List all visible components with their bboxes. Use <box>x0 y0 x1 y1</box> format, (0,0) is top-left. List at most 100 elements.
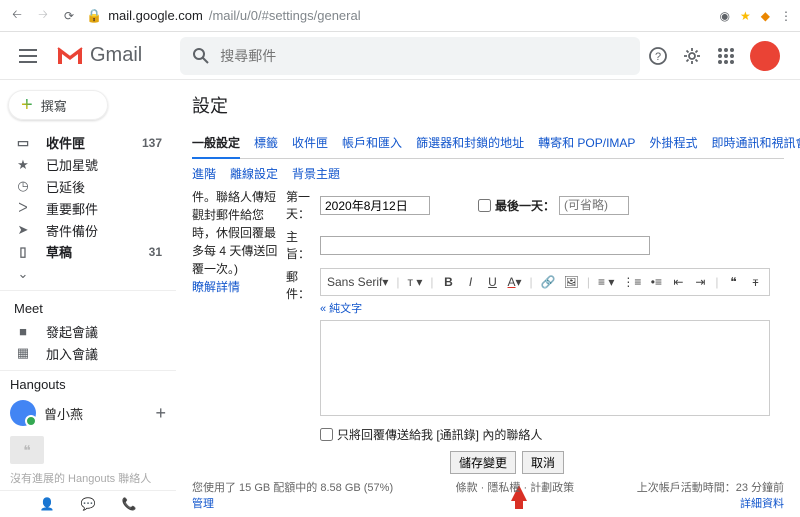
storage-text: 您使用了 15 GB 配額中的 8.58 GB (57%) <box>192 482 393 494</box>
url-host: mail.google.com <box>108 8 203 23</box>
sidebar-more[interactable]: ⌄ <box>0 263 176 285</box>
underline-button[interactable]: U <box>486 275 500 289</box>
settings-gear-icon[interactable] <box>682 46 702 66</box>
help-icon[interactable]: ? <box>648 46 668 66</box>
indent-less-button[interactable]: ⇤ <box>671 275 685 289</box>
editor-body[interactable] <box>320 320 770 416</box>
align-button[interactable]: ≡ ▾ <box>598 275 614 289</box>
sidebar-snoozed[interactable]: ◷已延後 <box>0 176 176 198</box>
policies-text[interactable]: 條款 · 隱私權 · 計劃政策 <box>456 479 575 511</box>
compose-label: 撰寫 <box>41 96 67 115</box>
editor-toolbar: Sans Serif ▾ | т ▾ | B I U A ▾ | 🔗 🖼 | <box>320 268 770 296</box>
first-day-input[interactable] <box>320 196 430 215</box>
compose-button[interactable]: + 撰寫 <box>8 90 108 120</box>
subtab-advanced[interactable]: 進階 <box>192 165 216 182</box>
subject-input[interactable] <box>320 236 650 255</box>
settings-tabs: 一般設定 標籤 收件匣 帳戶和匯入 篩選器和封鎖的地址 轉寄和 POP/IMAP… <box>192 128 784 159</box>
sidebar-starred[interactable]: ★已加星號 <box>0 154 176 176</box>
sidebar-sent[interactable]: ➤寄件備份 <box>0 219 176 241</box>
contacts-only-checkbox[interactable] <box>320 428 333 441</box>
url-path: /mail/u/0/#settings/general <box>209 8 361 23</box>
clear-format-button[interactable]: ᴛ <box>748 275 762 289</box>
hangouts-quote-icon: ❝ <box>10 436 44 464</box>
learn-more-link[interactable]: 瞭解詳情 <box>192 278 278 296</box>
hangouts-add-icon[interactable]: + <box>155 403 166 424</box>
first-day-label: 第一天： <box>286 188 312 222</box>
page-title: 設定 <box>192 92 784 118</box>
link-button[interactable]: 🔗 <box>541 275 556 289</box>
vacation-note: 件。聯絡人傳短觀封郵件給您時，休假回覆最多每 4 天傳送回覆一次。) <box>192 188 278 278</box>
tab-filters[interactable]: 篩選器和封鎖的地址 <box>416 128 524 158</box>
search-input[interactable] <box>220 48 628 64</box>
subtab-themes[interactable]: 背景主題 <box>292 165 340 182</box>
tab-general[interactable]: 一般設定 <box>192 128 240 159</box>
cancel-button[interactable]: 取消 <box>522 451 564 474</box>
subject-label: 主旨： <box>286 228 312 262</box>
tab-accounts[interactable]: 帳戶和匯入 <box>342 128 402 158</box>
contacts-only-label: 只將回覆傳送給我 [通訊錄] 內的聯絡人 <box>337 426 542 443</box>
italic-button[interactable]: I <box>464 275 478 289</box>
subtab-offline[interactable]: 離線設定 <box>230 165 278 182</box>
browser-menu-icon[interactable]: ⋮ <box>780 9 792 23</box>
text-color-button[interactable]: A ▾ <box>508 275 522 289</box>
hangouts-empty-text: 沒有進展的 Hangouts 聯絡人 <box>10 470 166 486</box>
tab-addons[interactable]: 外掛程式 <box>649 128 697 158</box>
search-icon <box>192 47 210 65</box>
quote-button[interactable]: ❝ <box>726 275 740 289</box>
font-family-dropdown[interactable]: Sans Serif ▾ <box>327 275 388 289</box>
back-button[interactable]: 🡠 <box>8 7 26 25</box>
sidebar-important[interactable]: ᐳ重要郵件 <box>0 197 176 219</box>
meet-join[interactable]: ▦加入會議 <box>0 342 176 364</box>
last-day-checkbox[interactable] <box>478 199 491 212</box>
details-link[interactable]: 詳細資料 <box>740 498 784 510</box>
plain-text-link[interactable]: « 純文字 <box>320 300 770 316</box>
tab-labels[interactable]: 標籤 <box>254 128 278 158</box>
video-icon: ■ <box>14 324 32 339</box>
gmail-logo[interactable]: Gmail <box>56 44 142 67</box>
draft-icon: ▯ <box>14 244 32 260</box>
manage-storage-link[interactable]: 管理 <box>192 498 214 510</box>
apps-grid-icon[interactable] <box>716 46 736 66</box>
ol-button[interactable]: ⋮≡ <box>622 275 641 289</box>
meet-header: Meet <box>0 290 176 320</box>
bookmark-star-icon[interactable]: ★ <box>740 9 751 23</box>
tab-inbox[interactable]: 收件匣 <box>292 128 328 158</box>
important-icon: ᐳ <box>14 200 32 216</box>
address-bar[interactable]: 🔒 mail.google.com/mail/u/0/#settings/gen… <box>86 8 712 24</box>
bold-button[interactable]: B <box>442 275 456 289</box>
extension-icon[interactable]: ◆ <box>761 9 770 23</box>
image-button[interactable]: 🖼 <box>564 275 579 289</box>
last-day-label: 最後一天： <box>495 197 555 214</box>
activity-text: 上次帳戶活動時間：23 分鐘前 <box>637 482 784 494</box>
gmail-brand-text: Gmail <box>90 44 142 67</box>
hangouts-chat-icon[interactable]: 💬 <box>81 497 96 511</box>
indent-more-button[interactable]: ⇥ <box>693 275 707 289</box>
hangouts-avatar <box>10 400 36 426</box>
eye-icon[interactable]: ◉ <box>720 9 730 23</box>
tab-forwarding[interactable]: 轉寄和 POP/IMAP <box>538 128 635 158</box>
hangouts-person-icon[interactable]: 👤 <box>40 497 55 511</box>
search-box[interactable] <box>180 37 640 75</box>
last-day-input[interactable] <box>559 196 629 215</box>
sidebar-drafts[interactable]: ▯草稿31 <box>0 241 176 263</box>
reload-button[interactable]: ⟳ <box>60 7 78 25</box>
ul-button[interactable]: •≡ <box>649 275 663 289</box>
hangouts-user-row[interactable]: 曾小燕 + <box>10 396 166 430</box>
forward-button[interactable]: 🡢 <box>34 7 52 25</box>
keyboard-icon: ▦ <box>14 345 32 361</box>
body-label: 郵件： <box>286 268 312 302</box>
clock-icon: ◷ <box>14 178 32 194</box>
send-icon: ➤ <box>14 222 32 238</box>
account-avatar[interactable] <box>750 41 780 71</box>
tab-chat[interactable]: 即時通訊和視訊會議 <box>711 128 800 158</box>
hangouts-header: Hangouts <box>10 377 166 392</box>
star-icon: ★ <box>14 157 32 173</box>
meet-start[interactable]: ■發起會議 <box>0 320 176 342</box>
sidebar-inbox[interactable]: ▭收件匣137 <box>0 132 176 154</box>
hangouts-username: 曾小燕 <box>44 404 83 423</box>
font-size-dropdown[interactable]: т ▾ <box>408 275 423 289</box>
plus-icon: + <box>21 94 33 117</box>
save-button[interactable]: 儲存變更 <box>450 451 516 474</box>
menu-icon[interactable] <box>8 36 48 76</box>
hangouts-phone-icon[interactable]: 📞 <box>121 497 136 511</box>
